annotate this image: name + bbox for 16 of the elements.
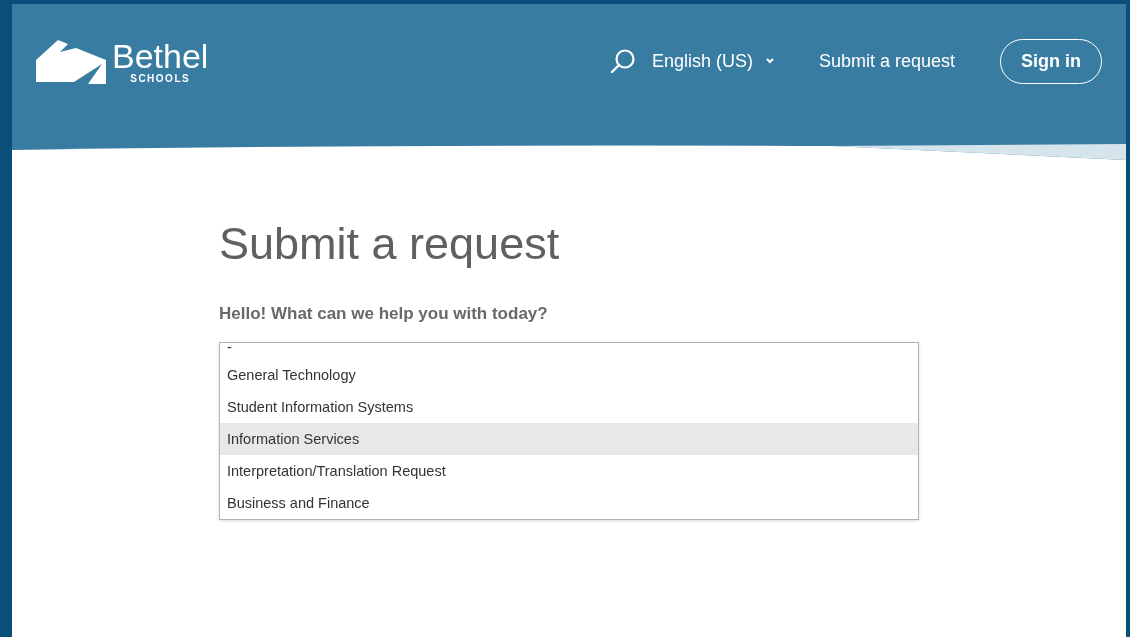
list-option[interactable]: Business and Finance [220,487,918,519]
list-option[interactable]: General Technology [220,359,918,391]
list-option[interactable]: Information Services [220,423,918,455]
list-option[interactable]: - [220,343,918,359]
logo-name: Bethel [112,38,209,73]
logo-icon [36,38,106,84]
list-option[interactable]: Student Information Systems [220,391,918,423]
question-label: Hello! What can we help you with today? [219,304,549,324]
options-list[interactable]: - General Technology Student Information Systems Information Services Interpretation/Translation Request Business and Finance [219,342,919,520]
submit-request-link[interactable]: Submit a request [818,50,955,72]
logo-subtitle: SCHOOLS [130,72,191,84]
caret-icon [764,57,775,65]
list-option[interactable]: Interpretation/Translation Request [220,455,918,487]
page-title: Submit a request [219,218,561,270]
search-icon[interactable] [609,48,636,74]
language-selector[interactable]: English (US) [651,50,775,72]
